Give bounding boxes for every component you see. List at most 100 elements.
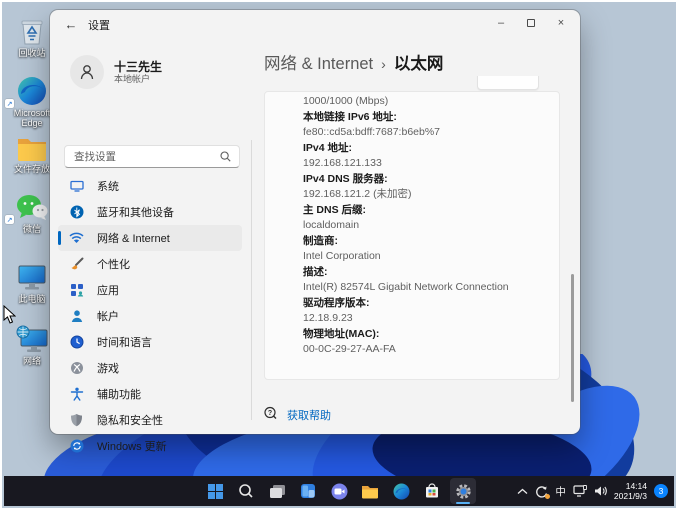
nav-item-bluetooth-devices[interactable]: 蓝牙和其他设备	[58, 199, 242, 225]
edge-taskbar-button[interactable]	[388, 478, 414, 504]
nav-item-label: 网络 & Internet	[97, 233, 170, 245]
bluetooth-icon	[69, 205, 84, 220]
tray-chevron-up-icon[interactable]	[517, 488, 528, 495]
nav-item-apps[interactable]: 应用	[58, 277, 242, 303]
property-value: fe80::cd5a:bdff:7687:b6eb%7	[303, 126, 441, 138]
nav-item-label: 帐户	[97, 311, 119, 323]
property-label: 物理地址(MAC):	[303, 327, 380, 340]
store-button[interactable]	[419, 478, 445, 504]
update-icon	[69, 439, 84, 454]
tray-sync-icon[interactable]	[535, 485, 551, 499]
help-icon: ?	[264, 406, 277, 424]
property-value: 00-0C-29-27-AA-FA	[303, 343, 396, 355]
desktop[interactable]: 回收站 ↗ Microsoft Edge 文件存放 ↗ 微信 此电脑 网络 ← …	[2, 2, 676, 508]
minimize-button[interactable]: –	[486, 10, 516, 35]
nav-item-accessibility[interactable]: 辅助功能	[58, 381, 242, 407]
accessibility-icon	[69, 387, 84, 402]
sidebar: 十三先生 本地帐户 查找设置 系统 蓝牙和其他设备 网络 & Internet …	[50, 37, 252, 453]
task-view-button[interactable]	[264, 478, 290, 504]
shortcut-arrow-icon: ↗	[5, 99, 14, 108]
avatar	[70, 55, 104, 89]
close-button[interactable]: ×	[546, 10, 576, 35]
start-button[interactable]	[202, 478, 228, 504]
apps-icon	[69, 283, 84, 298]
nav-item-privacy-security[interactable]: 隐私和安全性	[58, 407, 242, 433]
shortcut-arrow-icon: ↗	[5, 215, 14, 224]
chat-button[interactable]	[326, 478, 352, 504]
property-value: Intel(R) 82574L Gigabit Network Connecti…	[303, 281, 509, 293]
search-input[interactable]	[65, 150, 220, 163]
property-value: Intel Corporation	[303, 250, 381, 262]
breadcrumb-parent[interactable]: 网络 & Internet	[264, 50, 373, 74]
ime-indicator[interactable]: 中	[555, 484, 566, 499]
property-value: 192.168.121.2 (未加密)	[303, 188, 412, 200]
nav-item-network-internet[interactable]: 网络 & Internet	[58, 225, 242, 251]
get-help-link[interactable]: ? 获取帮助	[264, 406, 331, 424]
widgets-button[interactable]	[295, 478, 321, 504]
property-label: 驱动程序版本:	[303, 296, 370, 309]
file-explorer-button[interactable]	[357, 478, 383, 504]
settings-nav: 系统 蓝牙和其他设备 网络 & Internet 个性化 应用 帐户 时间和语言…	[58, 173, 242, 459]
back-button[interactable]: ←	[62, 16, 80, 32]
nav-item-windows-update[interactable]: Windows 更新	[58, 433, 242, 459]
nav-item-label: 隐私和安全性	[97, 415, 163, 427]
wifi-icon	[69, 231, 84, 246]
taskbar: 中 14:14 2021/9/3 3	[4, 476, 674, 506]
settings-search[interactable]	[64, 145, 240, 168]
settings-taskbar-button[interactable]	[450, 478, 476, 504]
nav-item-label: 时间和语言	[97, 337, 152, 349]
clock-globe-icon	[69, 335, 84, 350]
property-label: 描述:	[303, 265, 328, 278]
search-icon	[220, 151, 231, 162]
nav-item-label: 游戏	[97, 363, 119, 375]
clock[interactable]: 14:14 2021/9/3	[614, 481, 647, 501]
user-account[interactable]: 十三先生 本地帐户	[70, 55, 162, 89]
nav-item-personalization[interactable]: 个性化	[58, 251, 242, 277]
window-title: 设置	[88, 20, 110, 32]
user-name: 十三先生	[114, 59, 163, 74]
link-speed-value: 1000/1000 (Mbps)	[303, 95, 389, 107]
property-label: IPv4 地址:	[303, 141, 353, 154]
tray-date: 2021/9/3	[613, 491, 647, 501]
content-scroll-area[interactable]: 1000/1000 (Mbps) 本地链接 IPv6 地址: fe80::cd5…	[256, 76, 571, 388]
tray-time: 14:14	[625, 481, 647, 491]
nav-item-system[interactable]: 系统	[58, 173, 242, 199]
property-label: IPv4 DNS 服务器:	[303, 172, 388, 185]
breadcrumb: 网络 & Internet › 以太网	[264, 50, 443, 74]
nav-item-label: 应用	[97, 285, 119, 297]
nav-item-time-language[interactable]: 时间和语言	[58, 329, 242, 355]
xbox-icon	[69, 361, 84, 376]
nav-item-label: 辅助功能	[97, 389, 141, 401]
system-icon	[69, 179, 84, 194]
copy-button-partial[interactable]	[477, 76, 539, 90]
screen: 回收站 ↗ Microsoft Edge 文件存放 ↗ 微信 此电脑 网络 ← …	[0, 0, 678, 510]
property-value: 12.18.9.23	[303, 312, 353, 324]
ethernet-properties-card: 1000/1000 (Mbps) 本地链接 IPv6 地址: fe80::cd5…	[264, 91, 560, 380]
brush-icon	[69, 257, 84, 272]
nav-item-label: 蓝牙和其他设备	[97, 207, 174, 219]
maximize-button[interactable]	[516, 10, 546, 35]
titlebar[interactable]: ← 设置 – ×	[50, 10, 580, 37]
mouse-cursor	[3, 305, 16, 324]
nav-item-label: 个性化	[97, 259, 130, 271]
nav-item-label: Windows 更新	[97, 441, 167, 453]
svg-text:?: ?	[268, 410, 272, 417]
notification-count-badge[interactable]: 3	[654, 484, 668, 498]
sidebar-divider	[251, 140, 252, 420]
property-label: 主 DNS 后缀:	[303, 203, 366, 216]
nav-item-gaming[interactable]: 游戏	[58, 355, 242, 381]
settings-window: ← 设置 – × 十三先生 本地帐户 查找设置 系统 蓝牙和其他设备 网络 & …	[50, 10, 580, 453]
search-taskbar-button[interactable]	[233, 478, 259, 504]
tray-volume-icon[interactable]	[594, 485, 607, 497]
content-scrollbar[interactable]	[571, 274, 574, 402]
nav-item-label: 系统	[97, 181, 119, 193]
shield-icon	[69, 413, 84, 428]
person-icon	[69, 309, 84, 324]
tray-network-icon[interactable]	[573, 485, 587, 497]
property-value: localdomain	[303, 219, 360, 231]
breadcrumb-separator-icon: ›	[381, 56, 386, 72]
property-value: 192.168.121.133	[303, 157, 382, 169]
property-label: 制造商:	[303, 234, 338, 247]
sync-badge	[545, 493, 551, 499]
nav-item-accounts[interactable]: 帐户	[58, 303, 242, 329]
